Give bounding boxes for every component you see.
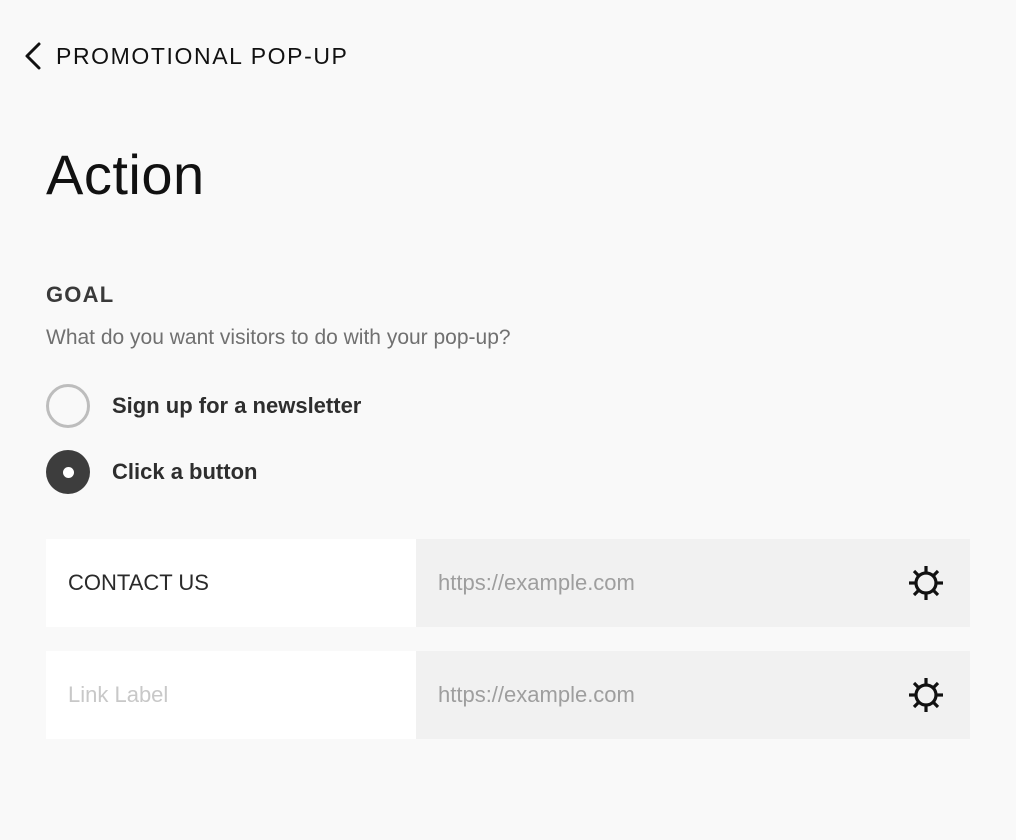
radio-dot — [62, 466, 74, 478]
goal-option-click-button[interactable]: Click a button — [46, 450, 257, 494]
radio-checked[interactable] — [46, 450, 90, 494]
link-row: Link Label https://example.com — [46, 651, 970, 739]
page-title: Action — [46, 143, 205, 206]
gear-icon[interactable] — [906, 675, 946, 715]
goal-option-newsletter[interactable]: Sign up for a newsletter — [46, 384, 361, 428]
link-row: CONTACT US https://example.com — [46, 539, 970, 627]
radio-unchecked[interactable] — [46, 384, 90, 428]
goal-option-label: Sign up for a newsletter — [112, 393, 362, 418]
link-label-input[interactable]: Link Label — [46, 651, 416, 739]
goal-option-label: Click a button — [112, 459, 258, 484]
goal-description: What do you want visitors to do with you… — [46, 326, 511, 349]
link-url-input[interactable]: https://example.com — [416, 539, 970, 627]
link-url-input[interactable]: https://example.com — [416, 651, 970, 739]
gear-icon[interactable] — [906, 563, 946, 603]
link-url-placeholder: https://example.com — [438, 570, 635, 595]
goal-section-label: GOAL — [46, 282, 115, 307]
promotional-popup-action-panel: PROMOTIONAL POP-UP Action GOAL What do y… — [0, 0, 1016, 840]
breadcrumb-title[interactable]: PROMOTIONAL POP-UP — [56, 43, 348, 70]
chevron-left-icon[interactable] — [22, 41, 46, 71]
link-label-input[interactable]: CONTACT US — [46, 539, 416, 627]
back-navigation[interactable]: PROMOTIONAL POP-UP — [22, 38, 348, 74]
link-url-placeholder: https://example.com — [438, 682, 635, 707]
